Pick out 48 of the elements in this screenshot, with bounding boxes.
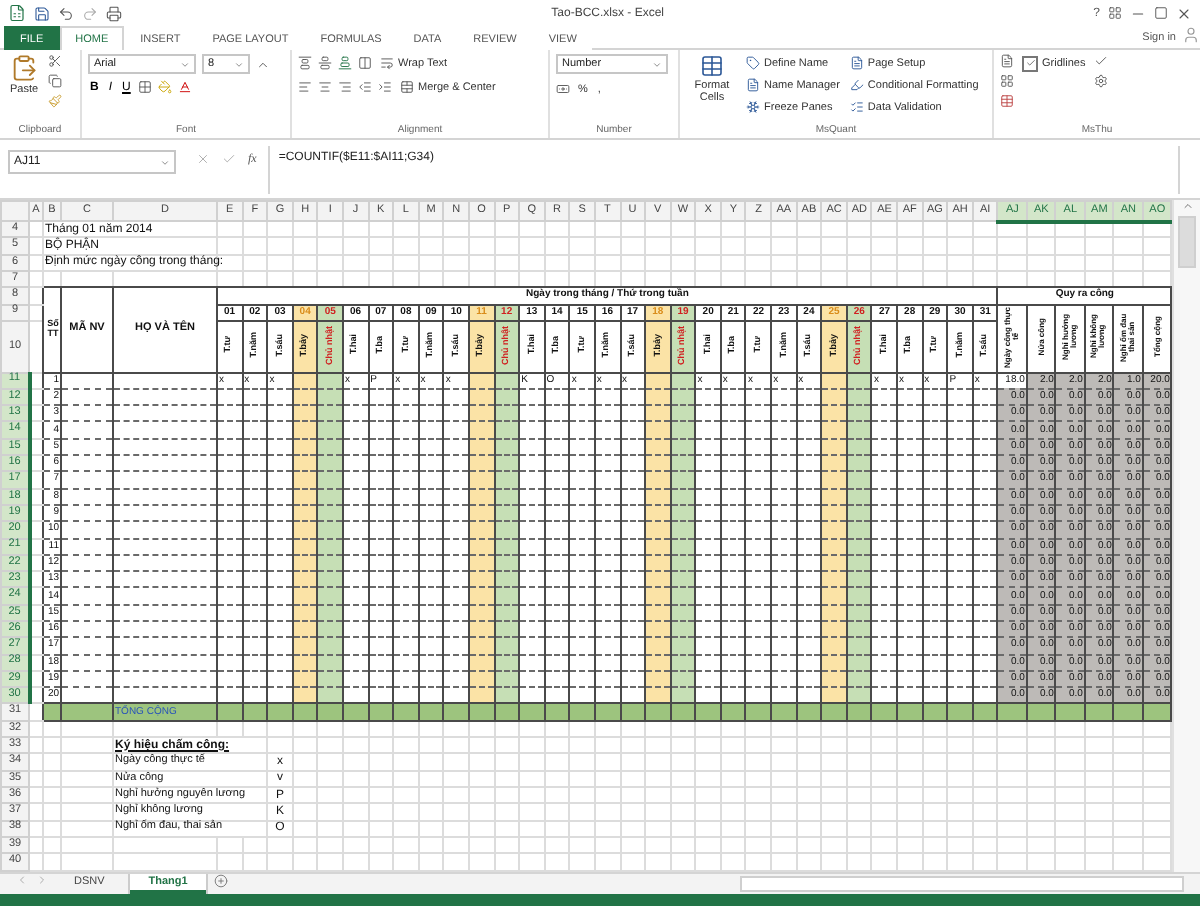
cut-icon[interactable] bbox=[48, 54, 63, 68]
increase-indent-icon[interactable] bbox=[378, 80, 392, 94]
settings-icon[interactable] bbox=[1093, 74, 1108, 88]
merge-icon[interactable] bbox=[400, 80, 414, 94]
borders-icon[interactable] bbox=[138, 80, 153, 94]
copy-icon[interactable] bbox=[48, 74, 63, 88]
caret-icon[interactable] bbox=[180, 59, 190, 69]
checkmark-icon[interactable] bbox=[1093, 54, 1108, 68]
maximize-icon[interactable] bbox=[1154, 6, 1168, 20]
ribbon-display-icon[interactable] bbox=[1108, 6, 1122, 20]
command-icon[interactable] bbox=[849, 78, 864, 92]
horizontal-scrollbar[interactable] bbox=[740, 876, 1184, 892]
caret-icon[interactable] bbox=[234, 59, 244, 69]
caret-icon[interactable] bbox=[160, 157, 170, 167]
redo-icon[interactable] bbox=[82, 5, 98, 21]
command-icon[interactable] bbox=[746, 78, 760, 92]
command-icon[interactable] bbox=[849, 100, 864, 114]
undo-icon[interactable] bbox=[58, 5, 74, 21]
decrease-indent-icon[interactable] bbox=[358, 80, 372, 94]
page-icon[interactable] bbox=[1000, 54, 1014, 68]
align-left-icon[interactable] bbox=[298, 80, 312, 94]
currency-icon[interactable] bbox=[556, 82, 570, 96]
top-align-icon[interactable] bbox=[298, 56, 312, 70]
middle-align-icon[interactable] bbox=[318, 56, 332, 70]
command-icon[interactable] bbox=[746, 56, 760, 70]
save-icon[interactable] bbox=[34, 5, 50, 21]
command-icon[interactable] bbox=[849, 56, 864, 70]
caret-icon[interactable] bbox=[652, 59, 662, 69]
sheet-icon[interactable] bbox=[1000, 94, 1014, 108]
align-right-icon[interactable] bbox=[338, 80, 352, 94]
command-icon[interactable] bbox=[746, 100, 760, 114]
orientation-icon[interactable] bbox=[358, 56, 372, 70]
fill-color-icon[interactable] bbox=[158, 80, 173, 94]
align-center-icon[interactable] bbox=[318, 80, 332, 94]
table-icon[interactable] bbox=[700, 54, 724, 78]
close-icon[interactable] bbox=[1176, 5, 1192, 21]
scrollbar-thumb[interactable] bbox=[1178, 216, 1197, 268]
wrap-icon[interactable] bbox=[380, 56, 394, 70]
print-icon[interactable] bbox=[106, 5, 122, 21]
bottom-align-icon[interactable] bbox=[338, 56, 352, 70]
grid-icon[interactable] bbox=[1000, 74, 1014, 88]
paste-icon[interactable] bbox=[10, 54, 39, 82]
format-painter-icon[interactable] bbox=[48, 94, 63, 108]
excel-icon[interactable] bbox=[8, 4, 26, 22]
cancel-icon[interactable] bbox=[196, 152, 210, 166]
font-color-icon[interactable] bbox=[178, 80, 193, 94]
grow-font-icon[interactable] bbox=[256, 57, 270, 71]
add-sheet-icon[interactable] bbox=[213, 874, 228, 888]
